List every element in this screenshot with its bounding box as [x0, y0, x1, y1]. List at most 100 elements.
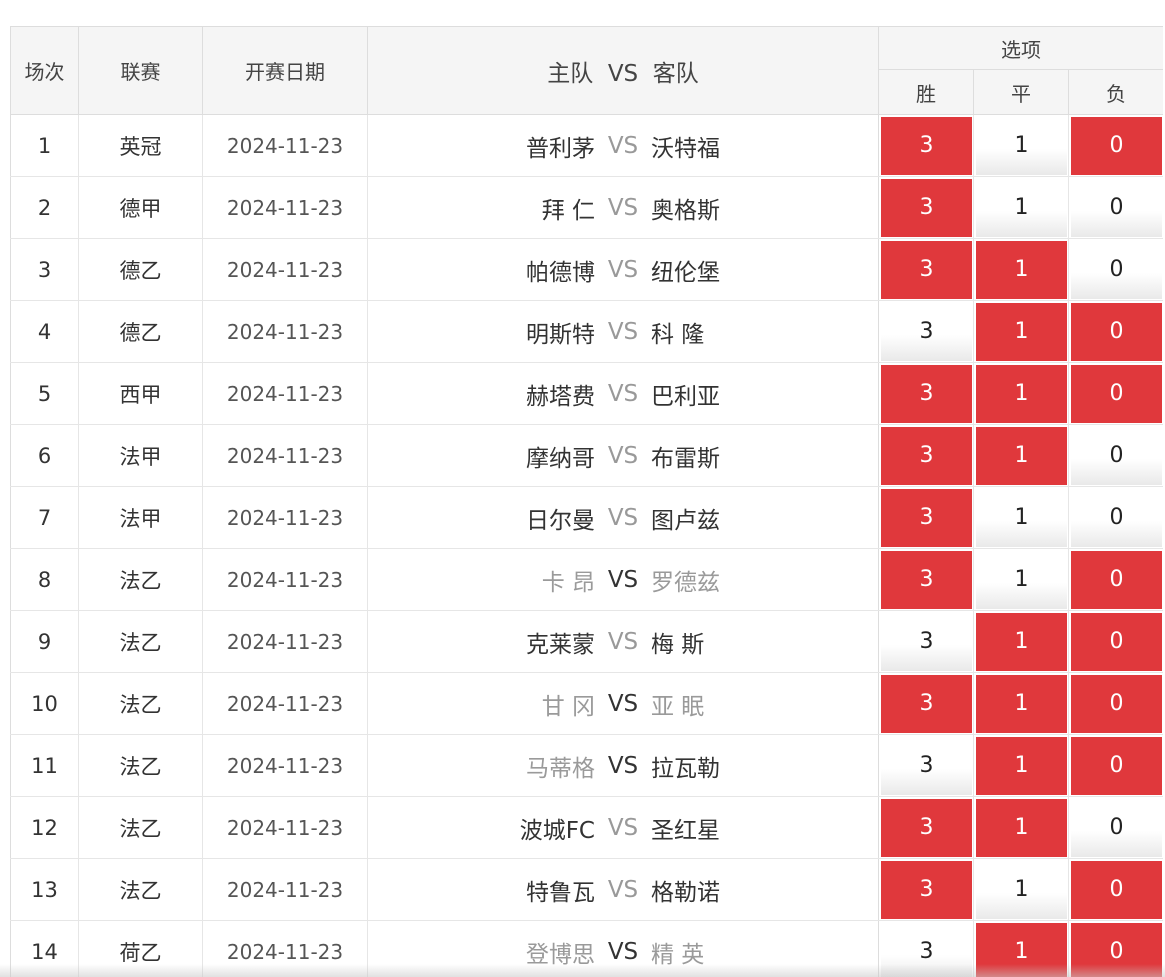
- row-match: 卡 昂 VS 罗德兹: [367, 548, 879, 611]
- row-league: 德乙: [78, 300, 203, 363]
- lose-option-cell: 0: [1068, 548, 1163, 611]
- lose-option-cell: 0: [1068, 114, 1163, 177]
- row-match: 登博思 VS 精 英: [367, 920, 879, 977]
- draw-option-cell: 1: [973, 424, 1069, 487]
- home-team: 波城FC: [519, 817, 595, 844]
- home-team: 特鲁瓦: [526, 879, 595, 906]
- win-option-cell: 3: [878, 920, 974, 977]
- lose-option[interactable]: 0: [1071, 303, 1163, 361]
- draw-option[interactable]: 1: [976, 117, 1067, 175]
- lose-option[interactable]: 0: [1071, 179, 1163, 237]
- vs-label: VS: [607, 876, 639, 903]
- row-index: 11: [10, 734, 79, 797]
- row-date: 2024-11-23: [202, 176, 368, 239]
- win-option-cell: 3: [878, 238, 974, 301]
- lose-option-cell: 0: [1068, 238, 1163, 301]
- row-date: 2024-11-23: [202, 362, 368, 425]
- row-index: 8: [10, 548, 79, 611]
- win-option-cell: 3: [878, 486, 974, 549]
- row-date: 2024-11-23: [202, 114, 368, 177]
- row-date: 2024-11-23: [202, 610, 368, 673]
- lose-option-cell: 0: [1068, 300, 1163, 363]
- draw-option-cell: 1: [973, 920, 1069, 977]
- table-row: 6 法甲 2024-11-23 摩纳哥 VS 布雷斯 3 1 0: [10, 424, 1163, 487]
- lose-option[interactable]: 0: [1071, 489, 1163, 547]
- row-date: 2024-11-23: [202, 300, 368, 363]
- draw-option[interactable]: 1: [976, 489, 1067, 547]
- win-option[interactable]: 3: [881, 551, 972, 609]
- win-option[interactable]: 3: [881, 303, 972, 361]
- row-date: 2024-11-23: [202, 548, 368, 611]
- away-team: 沃特福: [651, 135, 720, 162]
- vs-label: VS: [607, 752, 639, 779]
- lose-option[interactable]: 0: [1071, 675, 1163, 733]
- draw-option[interactable]: 1: [976, 861, 1067, 919]
- row-date: 2024-11-23: [202, 424, 368, 487]
- header-win: 胜: [878, 69, 974, 115]
- draw-option-cell: 1: [973, 734, 1069, 797]
- row-league: 法乙: [78, 858, 203, 921]
- lose-option[interactable]: 0: [1071, 117, 1163, 175]
- win-option[interactable]: 3: [881, 241, 972, 299]
- lose-option[interactable]: 0: [1071, 551, 1163, 609]
- draw-option[interactable]: 1: [976, 737, 1067, 795]
- lose-option[interactable]: 0: [1071, 241, 1163, 299]
- home-team: 拜 仁: [541, 197, 595, 224]
- win-option[interactable]: 3: [881, 737, 972, 795]
- lose-option-cell: 0: [1068, 920, 1163, 977]
- row-index: 10: [10, 672, 79, 735]
- win-option[interactable]: 3: [881, 861, 972, 919]
- draw-option[interactable]: 1: [976, 675, 1067, 733]
- draw-option[interactable]: 1: [976, 427, 1067, 485]
- row-index: 6: [10, 424, 79, 487]
- row-match: 马蒂格 VS 拉瓦勒: [367, 734, 879, 797]
- draw-option[interactable]: 1: [976, 241, 1067, 299]
- win-option[interactable]: 3: [881, 117, 972, 175]
- table-row: 3 德乙 2024-11-23 帕德博 VS 纽伦堡 3 1 0: [10, 238, 1163, 301]
- win-option[interactable]: 3: [881, 675, 972, 733]
- row-match: 摩纳哥 VS 布雷斯: [367, 424, 879, 487]
- draw-option[interactable]: 1: [976, 179, 1067, 237]
- win-option[interactable]: 3: [881, 489, 972, 547]
- lose-option[interactable]: 0: [1071, 427, 1163, 485]
- lose-option[interactable]: 0: [1071, 365, 1163, 423]
- header-lose: 负: [1067, 69, 1163, 115]
- draw-option[interactable]: 1: [976, 365, 1067, 423]
- draw-option-cell: 1: [973, 796, 1069, 859]
- draw-option-cell: 1: [973, 672, 1069, 735]
- win-option[interactable]: 3: [881, 427, 972, 485]
- table-body: 1 英冠 2024-11-23 普利茅 VS 沃特福 3 1 0 2 德甲 2024-11-23 拜 仁…: [10, 114, 1163, 977]
- draw-option[interactable]: 1: [976, 613, 1067, 671]
- home-team: 日尔曼: [526, 507, 595, 534]
- row-league: 法乙: [78, 610, 203, 673]
- draw-option[interactable]: 1: [976, 303, 1067, 361]
- lose-option[interactable]: 0: [1071, 613, 1163, 671]
- win-option[interactable]: 3: [881, 613, 972, 671]
- row-index: 9: [10, 610, 79, 673]
- header-options: 选项: [877, 26, 1163, 70]
- lose-option[interactable]: 0: [1071, 923, 1163, 977]
- win-option[interactable]: 3: [881, 179, 972, 237]
- win-option[interactable]: 3: [881, 923, 972, 977]
- row-index: 1: [10, 114, 79, 177]
- home-team: 普利茅: [526, 135, 595, 162]
- draw-option[interactable]: 1: [976, 799, 1067, 857]
- header-match: 主队 VS 客队: [367, 26, 879, 115]
- vs-label: VS: [607, 318, 639, 345]
- lose-option[interactable]: 0: [1071, 799, 1163, 857]
- lose-option[interactable]: 0: [1071, 861, 1163, 919]
- table-row: 2 德甲 2024-11-23 拜 仁 VS 奥格斯 3 1 0: [10, 176, 1163, 239]
- lose-option[interactable]: 0: [1071, 737, 1163, 795]
- row-date: 2024-11-23: [202, 734, 368, 797]
- row-league: 德乙: [78, 238, 203, 301]
- row-league: 德甲: [78, 176, 203, 239]
- table-header: 场次 联赛 开赛日期 主队 VS 客队 选项 胜 平 负: [10, 26, 1163, 115]
- win-option-cell: 3: [878, 672, 974, 735]
- win-option[interactable]: 3: [881, 799, 972, 857]
- draw-option[interactable]: 1: [976, 551, 1067, 609]
- draw-option[interactable]: 1: [976, 923, 1067, 977]
- row-index: 13: [10, 858, 79, 921]
- win-option[interactable]: 3: [881, 365, 972, 423]
- row-date: 2024-11-23: [202, 486, 368, 549]
- row-league: 荷乙: [78, 920, 203, 977]
